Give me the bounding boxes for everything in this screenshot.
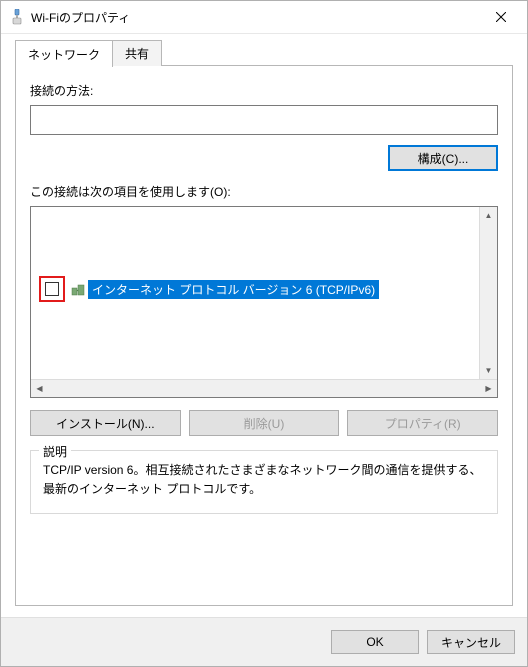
list-item[interactable]: インターネット プロトコル バージョン 6 (TCP/IPv6) xyxy=(39,279,379,299)
window-title: Wi-Fiのプロパティ xyxy=(31,9,479,26)
scroll-down-icon[interactable]: ▼ xyxy=(480,362,497,379)
description-title: 説明 xyxy=(39,443,71,460)
list-item-label: インターネット プロトコル バージョン 6 (TCP/IPv6) xyxy=(88,280,379,299)
connect-using-label: 接続の方法: xyxy=(30,82,498,99)
protocol-icon xyxy=(71,282,85,296)
adapter-name-field[interactable] xyxy=(30,105,498,135)
tab-sharing[interactable]: 共有 xyxy=(113,40,162,66)
tab-network[interactable]: ネットワーク xyxy=(15,40,113,67)
scroll-up-icon[interactable]: ▲ xyxy=(480,207,497,224)
install-button[interactable]: インストール(N)... xyxy=(30,410,181,436)
ok-button[interactable]: OK xyxy=(331,630,419,654)
components-listbox[interactable]: インターネット プロトコル バージョン 6 (TCP/IPv6) ▲ ▼ ◀ ▶ xyxy=(30,206,498,398)
titlebar: Wi-Fiのプロパティ xyxy=(1,1,527,34)
properties-dialog: Wi-Fiのプロパティ ネットワーク 共有 接続の方法: 構成(C)... この… xyxy=(0,0,528,667)
horizontal-scrollbar[interactable]: ◀ ▶ xyxy=(31,379,497,397)
component-buttons-row: インストール(N)... 削除(U) プロパティ(R) xyxy=(30,410,498,436)
client-area: ネットワーク 共有 接続の方法: 構成(C)... この接続は次の項目を使用しま… xyxy=(1,34,527,617)
adapter-icon xyxy=(9,9,25,25)
close-button[interactable] xyxy=(479,2,523,32)
properties-button: プロパティ(R) xyxy=(347,410,498,436)
tab-panel-network: 接続の方法: 構成(C)... この接続は次の項目を使用します(O): xyxy=(15,65,513,606)
cancel-button[interactable]: キャンセル xyxy=(427,630,515,654)
scroll-left-icon[interactable]: ◀ xyxy=(31,380,48,397)
description-text: TCP/IP version 6。相互接続されたさまざまなネットワーク間の通信を… xyxy=(43,461,485,499)
uninstall-button: 削除(U) xyxy=(189,410,340,436)
item-checkbox[interactable] xyxy=(45,282,59,296)
items-used-label: この接続は次の項目を使用します(O): xyxy=(30,183,498,200)
configure-button[interactable]: 構成(C)... xyxy=(388,145,498,171)
scroll-track[interactable] xyxy=(48,380,480,397)
scroll-right-icon[interactable]: ▶ xyxy=(480,380,497,397)
dialog-footer: OK キャンセル xyxy=(1,617,527,666)
checkbox-highlight xyxy=(39,276,65,302)
tabstrip: ネットワーク 共有 xyxy=(15,42,513,66)
vertical-scrollbar[interactable]: ▲ ▼ xyxy=(479,207,497,379)
description-group: 説明 TCP/IP version 6。相互接続されたさまざまなネットワーク間の… xyxy=(30,450,498,514)
